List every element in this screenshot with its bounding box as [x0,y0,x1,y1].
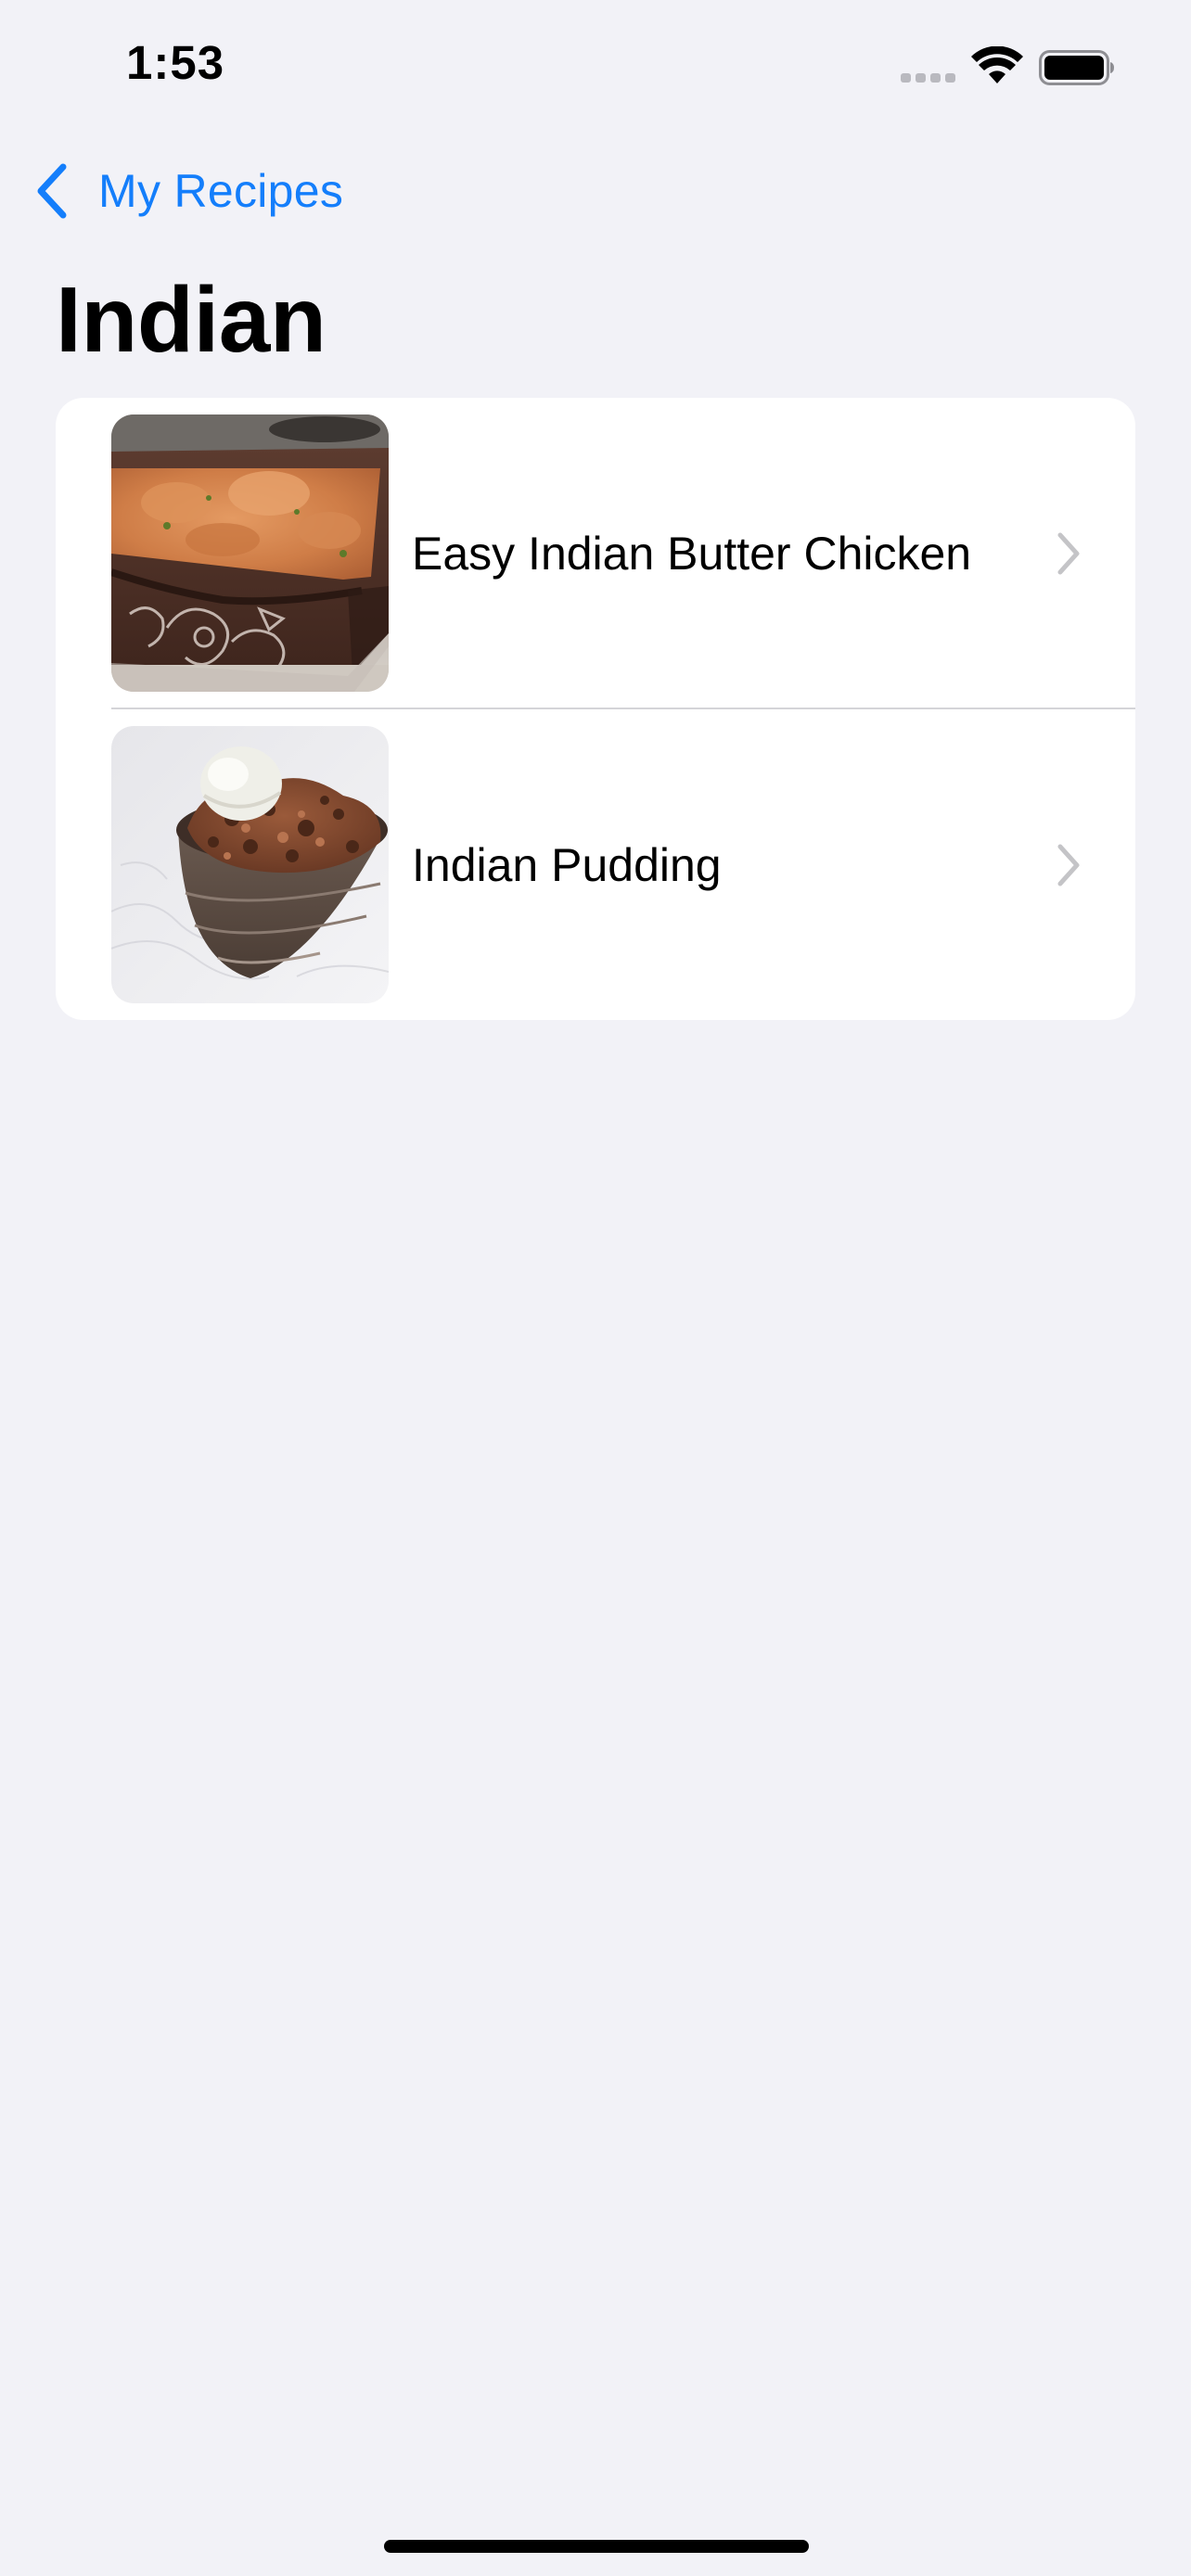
back-button-label: My Recipes [98,165,344,217]
status-bar: 1:53 [0,0,1191,130]
chevron-right-icon [1057,844,1080,886]
home-indicator[interactable] [384,2540,809,2553]
wifi-icon [971,46,1023,83]
chevron-right-icon [1057,532,1080,575]
page-title: Indian [56,268,327,372]
battery-icon [1039,50,1114,85]
indian-pudding-photo [111,726,389,1003]
status-time: 1:53 [126,36,225,89]
chevron-left-icon [37,163,67,219]
back-button[interactable]: My Recipes [33,158,343,224]
butter-chicken-photo [111,414,389,692]
recipe-list: Easy Indian Butter Chicken Indian Puddin… [56,398,1135,1020]
cellular-signal-icon [901,73,956,83]
recipe-name: Easy Indian Butter Chicken [412,528,972,580]
recipe-name: Indian Pudding [412,839,722,891]
list-item[interactable]: Easy Indian Butter Chicken [56,398,1135,709]
list-item[interactable]: Indian Pudding [56,709,1135,1020]
